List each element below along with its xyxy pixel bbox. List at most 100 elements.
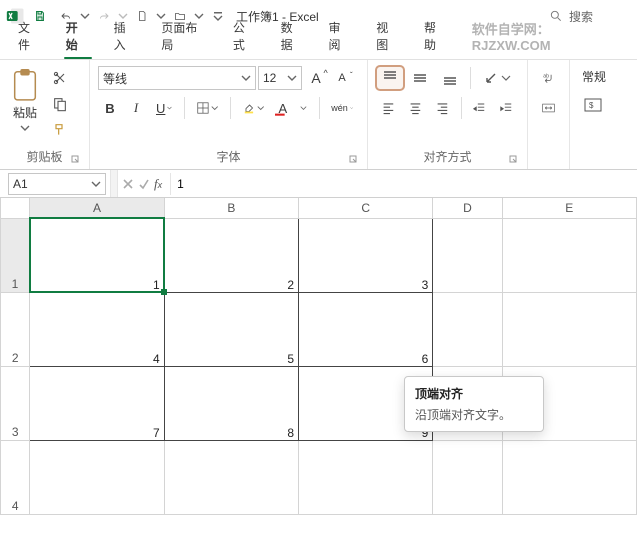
cut-button[interactable] xyxy=(46,66,74,90)
tab-formulas[interactable]: 公式 xyxy=(223,15,267,59)
col-header-A[interactable]: A xyxy=(30,198,164,218)
group-number: 常规 $ xyxy=(570,60,637,169)
increase-font-button[interactable]: A^ xyxy=(304,66,328,90)
align-middle-button[interactable] xyxy=(406,66,434,90)
cell-D1[interactable] xyxy=(433,218,502,292)
italic-button[interactable]: I xyxy=(124,96,148,120)
paste-label: 粘贴 xyxy=(13,104,37,121)
row-header-4[interactable]: 4 xyxy=(1,440,30,514)
cell-A4[interactable] xyxy=(30,440,164,514)
dialog-launcher-icon[interactable] xyxy=(507,153,519,165)
orientation-button[interactable] xyxy=(477,66,517,90)
align-top-button[interactable] xyxy=(376,66,404,90)
row-header-3[interactable]: 3 xyxy=(1,366,30,440)
copy-button[interactable] xyxy=(46,92,74,116)
chevron-down-icon xyxy=(211,103,218,113)
cell-E4[interactable] xyxy=(502,440,636,514)
cell-B2[interactable]: 5 xyxy=(164,292,298,366)
cell-D4[interactable] xyxy=(433,440,502,514)
increase-indent-button[interactable] xyxy=(494,96,519,120)
group-label-empty xyxy=(536,149,561,167)
align-left-button[interactable] xyxy=(376,96,401,120)
tab-view[interactable]: 视图 xyxy=(366,15,410,59)
group-font: 等线 12 A^ Aˇ B I U A wén xyxy=(90,60,368,169)
borders-button[interactable] xyxy=(191,96,224,120)
group-label: 字体 xyxy=(98,146,359,167)
chevron-down-icon xyxy=(241,73,251,83)
dialog-launcher-icon[interactable] xyxy=(69,153,81,165)
font-color-button[interactable]: A xyxy=(273,96,313,120)
chevron-down-icon xyxy=(167,103,172,113)
svg-text:ab: ab xyxy=(543,73,549,79)
cell-D2[interactable] xyxy=(433,292,502,366)
font-size-select[interactable]: 12 xyxy=(258,66,302,90)
chevron-down-icon xyxy=(20,123,30,133)
merge-cells-button[interactable] xyxy=(536,96,561,120)
ribbon-tabs: 文件 开始 插入 页面布局 公式 数据 审阅 视图 帮助 软件自学网：RJZXW… xyxy=(0,32,637,60)
tooltip-title: 顶端对齐 xyxy=(415,385,533,402)
name-box[interactable]: A1 xyxy=(8,173,106,195)
col-header-D[interactable]: D xyxy=(433,198,502,218)
fill-color-button[interactable] xyxy=(237,96,270,120)
cell-E1[interactable] xyxy=(502,218,636,292)
format-painter-button[interactable] xyxy=(46,118,74,142)
namebox-resize-handle[interactable] xyxy=(110,170,118,197)
group-label-empty xyxy=(578,149,629,167)
decrease-indent-button[interactable] xyxy=(467,96,492,120)
row-header-2[interactable]: 2 xyxy=(1,292,30,366)
spreadsheet-grid[interactable]: A B C D E 1 1 2 3 2 4 5 6 3 7 8 9 xyxy=(0,198,637,515)
formula-bar: A1 fx xyxy=(0,170,637,198)
col-header-E[interactable]: E xyxy=(502,198,636,218)
paste-button[interactable]: 粘贴 xyxy=(8,66,42,142)
chevron-down-icon xyxy=(257,103,264,113)
cell-B4[interactable] xyxy=(164,440,298,514)
chevron-down-icon xyxy=(300,103,307,113)
cell-A3[interactable]: 7 xyxy=(30,366,164,440)
align-bottom-button[interactable] xyxy=(436,66,464,90)
separator xyxy=(461,97,462,119)
font-name-value: 等线 xyxy=(103,70,127,87)
accounting-format-button[interactable]: $ xyxy=(578,93,608,117)
font-name-select[interactable]: 等线 xyxy=(98,66,256,90)
group-label: 剪贴板 xyxy=(8,146,81,167)
cell-B1[interactable]: 2 xyxy=(164,218,298,292)
number-format-label[interactable]: 常规 xyxy=(578,66,610,87)
fx-icon[interactable]: fx xyxy=(154,176,162,192)
cell-A1[interactable]: 1 xyxy=(30,218,164,292)
group-clipboard: 粘贴 剪贴板 xyxy=(0,60,90,169)
decrease-font-button[interactable]: Aˇ xyxy=(330,66,354,90)
cancel-formula-icon[interactable] xyxy=(122,178,134,190)
bold-button[interactable]: B xyxy=(98,96,122,120)
cell-C1[interactable]: 3 xyxy=(299,218,433,292)
watermark-text: 软件自学网：RJZXW.COM xyxy=(462,15,637,59)
tab-review[interactable]: 审阅 xyxy=(318,15,362,59)
cell-B3[interactable]: 8 xyxy=(164,366,298,440)
col-header-C[interactable]: C xyxy=(299,198,433,218)
group-alignment: 对齐方式 xyxy=(368,60,528,169)
cell-C2[interactable]: 6 xyxy=(299,292,433,366)
row-header-1[interactable]: 1 xyxy=(1,218,30,292)
cell-E2[interactable] xyxy=(502,292,636,366)
cell-A2[interactable]: 4 xyxy=(30,292,164,366)
font-size-value: 12 xyxy=(263,71,276,85)
svg-text:$: $ xyxy=(589,101,594,110)
formula-input[interactable] xyxy=(170,173,637,195)
col-header-B[interactable]: B xyxy=(164,198,298,218)
ribbon: 粘贴 剪贴板 等线 12 A xyxy=(0,60,637,170)
phonetic-button[interactable]: wén xyxy=(325,96,359,120)
tab-data[interactable]: 数据 xyxy=(271,15,315,59)
tab-insert[interactable]: 插入 xyxy=(104,15,148,59)
underline-button[interactable]: U xyxy=(150,96,178,120)
wrap-text-button[interactable]: ab xyxy=(536,66,561,90)
dialog-launcher-icon[interactable] xyxy=(347,153,359,165)
tab-help[interactable]: 帮助 xyxy=(414,15,458,59)
tab-page-layout[interactable]: 页面布局 xyxy=(151,15,219,59)
separator xyxy=(319,97,320,119)
enter-formula-icon[interactable] xyxy=(138,178,150,190)
tab-home[interactable]: 开始 xyxy=(56,15,100,59)
select-all-corner[interactable] xyxy=(1,198,30,218)
align-right-button[interactable] xyxy=(430,96,455,120)
cell-C4[interactable] xyxy=(299,440,433,514)
chevron-down-icon xyxy=(91,179,101,189)
align-center-button[interactable] xyxy=(403,96,428,120)
